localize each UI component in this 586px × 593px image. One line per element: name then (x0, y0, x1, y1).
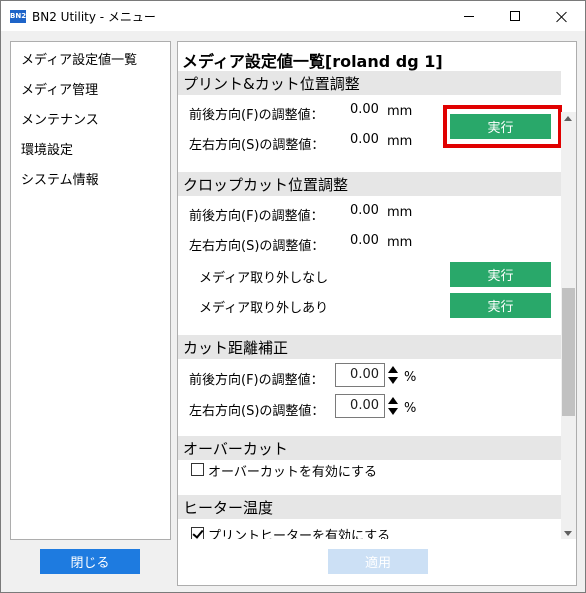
section-header-heater: ヒーター温度 (178, 495, 561, 519)
cut-distance-front-back-spinner[interactable] (386, 363, 399, 387)
minimize-icon (464, 15, 474, 17)
sidebar-item-maintenance[interactable]: メンテナンス (21, 109, 99, 128)
section-header-overcut: オーバーカット (178, 436, 561, 460)
scrollbar-thumb[interactable] (562, 288, 575, 416)
vertical-scrollbar[interactable] (561, 112, 576, 542)
cut-distance-left-right-label: 左右方向(S)の調整値： (189, 404, 325, 419)
cut-distance-front-back-label: 前後方向(F)の調整値： (189, 373, 324, 388)
window-title: BN2 Utility - メニュー (32, 10, 156, 24)
scroll-down-icon[interactable] (564, 531, 572, 536)
print-cut-front-back-unit: mm (387, 104, 413, 119)
print-cut-front-back-label: 前後方向(F)の調整値： (189, 108, 324, 123)
maximize-icon (510, 11, 520, 21)
print-cut-left-right-value: 0.00 (350, 132, 379, 147)
close-button[interactable]: 閉じる (40, 549, 140, 574)
cut-distance-front-back-unit: % (404, 370, 417, 385)
spin-down-icon[interactable] (388, 408, 398, 415)
close-window-button[interactable] (538, 1, 584, 31)
main-panel: メディア設定値一覧[roland dg 1] プリント&カット位置調整 前後方向… (177, 41, 577, 586)
print-cut-front-back-value: 0.00 (350, 102, 379, 117)
app-window: BN2 BN2 Utility - メニュー メディア設定値一覧 メディア管理 … (0, 0, 586, 593)
print-cut-execute-button[interactable]: 実行 (450, 114, 551, 139)
section-title-crop-cut: クロップカット位置調整 (183, 176, 349, 194)
overcut-checkbox-label[interactable]: オーバーカットを有効にする (208, 461, 377, 480)
crop-cut-with-removal-execute-button[interactable]: 実行 (450, 293, 551, 318)
cut-distance-front-back-input[interactable]: 0.00 (335, 363, 385, 387)
minimize-button[interactable] (446, 1, 492, 31)
spin-down-icon[interactable] (388, 377, 398, 384)
section-title-heater: ヒーター温度 (183, 499, 274, 517)
section-title-cut-distance: カット距離補正 (183, 339, 289, 357)
cut-distance-left-right-spinner[interactable] (386, 394, 399, 418)
sidebar-item-media-management[interactable]: メディア管理 (21, 79, 98, 98)
crop-cut-left-right-value: 0.00 (350, 233, 379, 248)
section-title-print-cut: プリント&カット位置調整 (183, 75, 360, 93)
cut-distance-left-right-input[interactable]: 0.00 (335, 394, 385, 418)
close-icon (556, 11, 567, 22)
app-logo-icon: BN2 (10, 10, 26, 23)
section-title-overcut: オーバーカット (183, 440, 288, 458)
section-header-cut-distance: カット距離補正 (178, 335, 561, 359)
section-header-crop-cut: クロップカット位置調整 (178, 172, 561, 196)
crop-cut-front-back-unit: mm (387, 205, 413, 220)
spin-up-icon[interactable] (388, 397, 398, 404)
scroll-up-icon[interactable] (564, 116, 572, 121)
crop-cut-no-removal-label: メディア取り外しなし (199, 271, 329, 286)
crop-cut-left-right-unit: mm (387, 235, 413, 250)
title-bar: BN2 BN2 Utility - メニュー (1, 1, 585, 31)
page-title: メディア設定値一覧[roland dg 1] (182, 52, 443, 71)
spin-up-icon[interactable] (388, 366, 398, 373)
crop-cut-front-back-value: 0.00 (350, 203, 379, 218)
sidebar-item-system-info[interactable]: システム情報 (21, 169, 99, 188)
section-header-print-cut: プリント&カット位置調整 (178, 71, 561, 95)
sidebar: メディア設定値一覧 メディア管理 メンテナンス 環境設定 システム情報 (10, 41, 171, 540)
crop-cut-with-removal-label: メディア取り外しあり (199, 301, 329, 316)
maximize-button[interactable] (492, 1, 538, 31)
sidebar-item-environment[interactable]: 環境設定 (21, 139, 73, 158)
print-cut-left-right-label: 左右方向(S)の調整値： (189, 138, 325, 153)
print-cut-left-right-unit: mm (387, 134, 413, 149)
cut-distance-left-right-unit: % (404, 401, 417, 416)
sidebar-item-media-settings-list[interactable]: メディア設定値一覧 (21, 49, 137, 68)
overcut-checkbox[interactable] (191, 463, 204, 476)
crop-cut-left-right-label: 左右方向(S)の調整値： (189, 239, 325, 254)
crop-cut-front-back-label: 前後方向(F)の調整値： (189, 209, 324, 224)
apply-button[interactable]: 適用 (328, 549, 428, 574)
crop-cut-no-removal-execute-button[interactable]: 実行 (450, 262, 551, 287)
